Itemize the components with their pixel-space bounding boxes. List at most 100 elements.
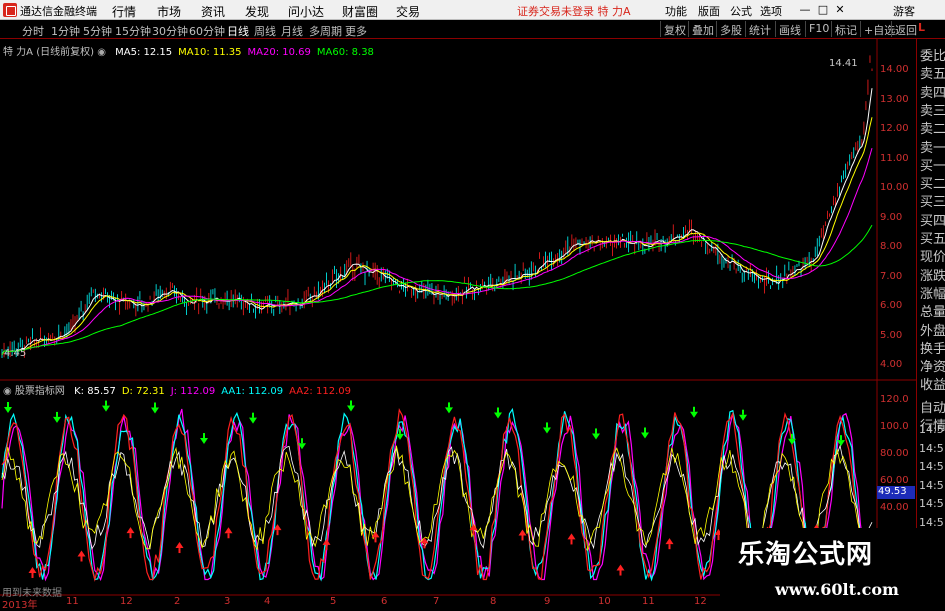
x-tick: 10 bbox=[598, 596, 611, 607]
y-tick: 14.00 bbox=[880, 64, 909, 75]
current-value-tag: 49.53 bbox=[877, 486, 915, 499]
gear-icon[interactable]: ◉ bbox=[3, 386, 12, 397]
sell-signal-arrow bbox=[641, 432, 649, 439]
x-tick: 9 bbox=[544, 596, 551, 607]
tick-time: 14:5 bbox=[919, 423, 944, 436]
sell-signal-arrow bbox=[102, 405, 110, 412]
quote-row-label: 买四 bbox=[920, 213, 945, 229]
sell-signal-arrow bbox=[592, 433, 600, 440]
indicator-value: AA2: 112.09 bbox=[289, 386, 351, 397]
y-tick: 80.00 bbox=[880, 448, 909, 459]
tick-time: 14:5 bbox=[919, 478, 944, 492]
tick-time: 14:5 bbox=[919, 460, 944, 473]
x-tick: 3 bbox=[224, 596, 231, 607]
indicator-value: K: 85.57 bbox=[74, 386, 116, 397]
ma-line bbox=[1, 147, 873, 356]
y-tick: 7.00 bbox=[880, 270, 903, 282]
quote-row-label: 买二 bbox=[920, 177, 945, 193]
buy-signal-arrow bbox=[518, 529, 527, 536]
quote-row-label: 自动 bbox=[920, 400, 945, 416]
quote-row-label: 现价 bbox=[920, 250, 945, 266]
x-tick: 12 bbox=[694, 596, 707, 607]
x-tick: 11 bbox=[642, 596, 655, 607]
x-tick: 2 bbox=[174, 596, 181, 607]
quote-row-label: 卖三 bbox=[920, 103, 945, 119]
y-tick: 8.00 bbox=[880, 241, 903, 252]
quote-side-panel: L 委比 卖五 卖四 卖三 卖二 卖一 买一 买二 买三 买四 买五 现价 涨跌 涨幅 总量 外盘 换手 净资 收益… bbox=[916, 21, 945, 609]
low-marker: 4.45 bbox=[4, 348, 27, 359]
quote-row-label: 买三 bbox=[920, 195, 945, 211]
x-tick: 12 bbox=[120, 596, 133, 607]
buy-signal-arrow bbox=[126, 527, 135, 534]
sell-signal-arrow bbox=[739, 414, 747, 421]
level-badge: L bbox=[918, 21, 926, 34]
price-chart[interactable] bbox=[0, 0, 945, 609]
indicator-value: AA1: 112.09 bbox=[221, 386, 284, 397]
sell-signal-arrow bbox=[249, 417, 257, 424]
sell-signal-arrow bbox=[690, 411, 698, 418]
y-tick: 4.00 bbox=[880, 359, 903, 370]
indicator-value: D: 72.31 bbox=[121, 386, 165, 397]
sell-signal-arrow bbox=[445, 407, 453, 414]
quote-row-label: 卖二 bbox=[920, 122, 945, 138]
y-tick: 10.00 bbox=[880, 182, 909, 193]
x-tick: 6 bbox=[381, 596, 388, 607]
watermark: 乐淘公式网 www.60lt.com bbox=[720, 528, 945, 609]
y-tick: 13.00 bbox=[880, 93, 909, 105]
indicator-name[interactable]: 股票指标网 bbox=[15, 386, 65, 397]
quote-row-label: 买一 bbox=[920, 158, 945, 174]
quote-row-label: 总量 bbox=[920, 305, 945, 321]
ma-line bbox=[1, 117, 873, 356]
sell-signal-arrow bbox=[151, 407, 159, 414]
moving-averages bbox=[1, 88, 873, 356]
quote-row-label: 换手 bbox=[920, 341, 945, 357]
sell-signal-arrow bbox=[53, 416, 61, 423]
indicator-legend: K: 85.57 D: 72.31 J: 112.09 AA1: 112.09 AA2:… bbox=[68, 386, 351, 397]
quote-row-label: 卖五 bbox=[920, 67, 945, 83]
quote-row-label: 收益 bbox=[920, 378, 945, 394]
x-tick: 5 bbox=[330, 596, 337, 607]
y-tick: 5.00 bbox=[880, 329, 903, 341]
quote-row-label: 卖一 bbox=[920, 140, 945, 156]
quote-row-label: 涨幅 bbox=[920, 286, 945, 302]
quote-row-label: 买五 bbox=[920, 232, 945, 247]
watermark-title: 乐淘公式网 bbox=[738, 540, 874, 570]
buy-signal-arrow bbox=[567, 533, 576, 540]
x-tick: 11 bbox=[66, 596, 79, 607]
buy-signal-arrow bbox=[616, 564, 625, 571]
quote-row-label: 卖四 bbox=[920, 85, 945, 101]
y-tick: 40.00 bbox=[880, 502, 909, 513]
tick-time: 14:5 bbox=[919, 497, 944, 510]
buy-signal-arrow bbox=[665, 538, 674, 545]
quote-row-label: 净资 bbox=[920, 360, 945, 376]
high-marker: 14.41 bbox=[829, 58, 858, 69]
y-tick: 6.00 bbox=[880, 300, 903, 311]
watermark-url: www.60lt.com bbox=[775, 580, 899, 599]
x-tick: 8 bbox=[490, 596, 497, 607]
indicator-value: J: 112.09 bbox=[170, 386, 216, 397]
buy-signal-arrow bbox=[175, 542, 184, 549]
sell-signal-arrow bbox=[543, 427, 551, 434]
y-tick: 60.00 bbox=[880, 475, 909, 486]
x-tick: 7 bbox=[433, 596, 440, 607]
y-tick: 120.0 bbox=[880, 394, 909, 405]
tick-time: 14:5 bbox=[919, 515, 944, 529]
buy-signal-arrow bbox=[28, 566, 37, 573]
sell-signal-arrow bbox=[494, 412, 502, 419]
y-tick: 11.00 bbox=[880, 152, 909, 164]
sell-signal-arrow bbox=[4, 407, 12, 414]
y-tick: 12.00 bbox=[880, 123, 909, 134]
tick-time: 14:5 bbox=[919, 441, 944, 455]
quote-row-label: 外盘 bbox=[920, 323, 945, 339]
x-tick: 4 bbox=[264, 596, 271, 607]
buy-signal-arrow bbox=[322, 538, 331, 545]
y-tick: 100.0 bbox=[880, 421, 909, 432]
sell-signal-arrow bbox=[200, 438, 208, 445]
y-tick: 9.00 bbox=[880, 211, 903, 223]
buy-signal-arrow bbox=[224, 527, 233, 534]
sell-signal-arrow bbox=[347, 405, 355, 412]
quote-row-label: 委比 bbox=[920, 49, 945, 64]
indicator-header: ◉ 股票指标网 K: 85.57 D: 72.31 J: 112.09 AA1: 11… bbox=[3, 382, 351, 397]
candles bbox=[1, 55, 873, 359]
buy-signal-arrow bbox=[77, 550, 86, 557]
